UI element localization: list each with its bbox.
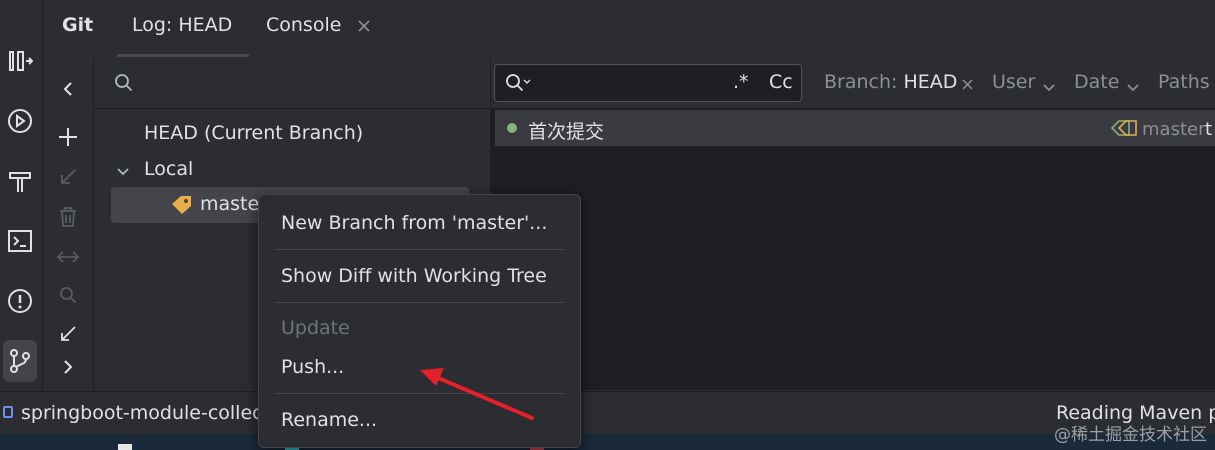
annotation-arrow	[420, 368, 534, 420]
